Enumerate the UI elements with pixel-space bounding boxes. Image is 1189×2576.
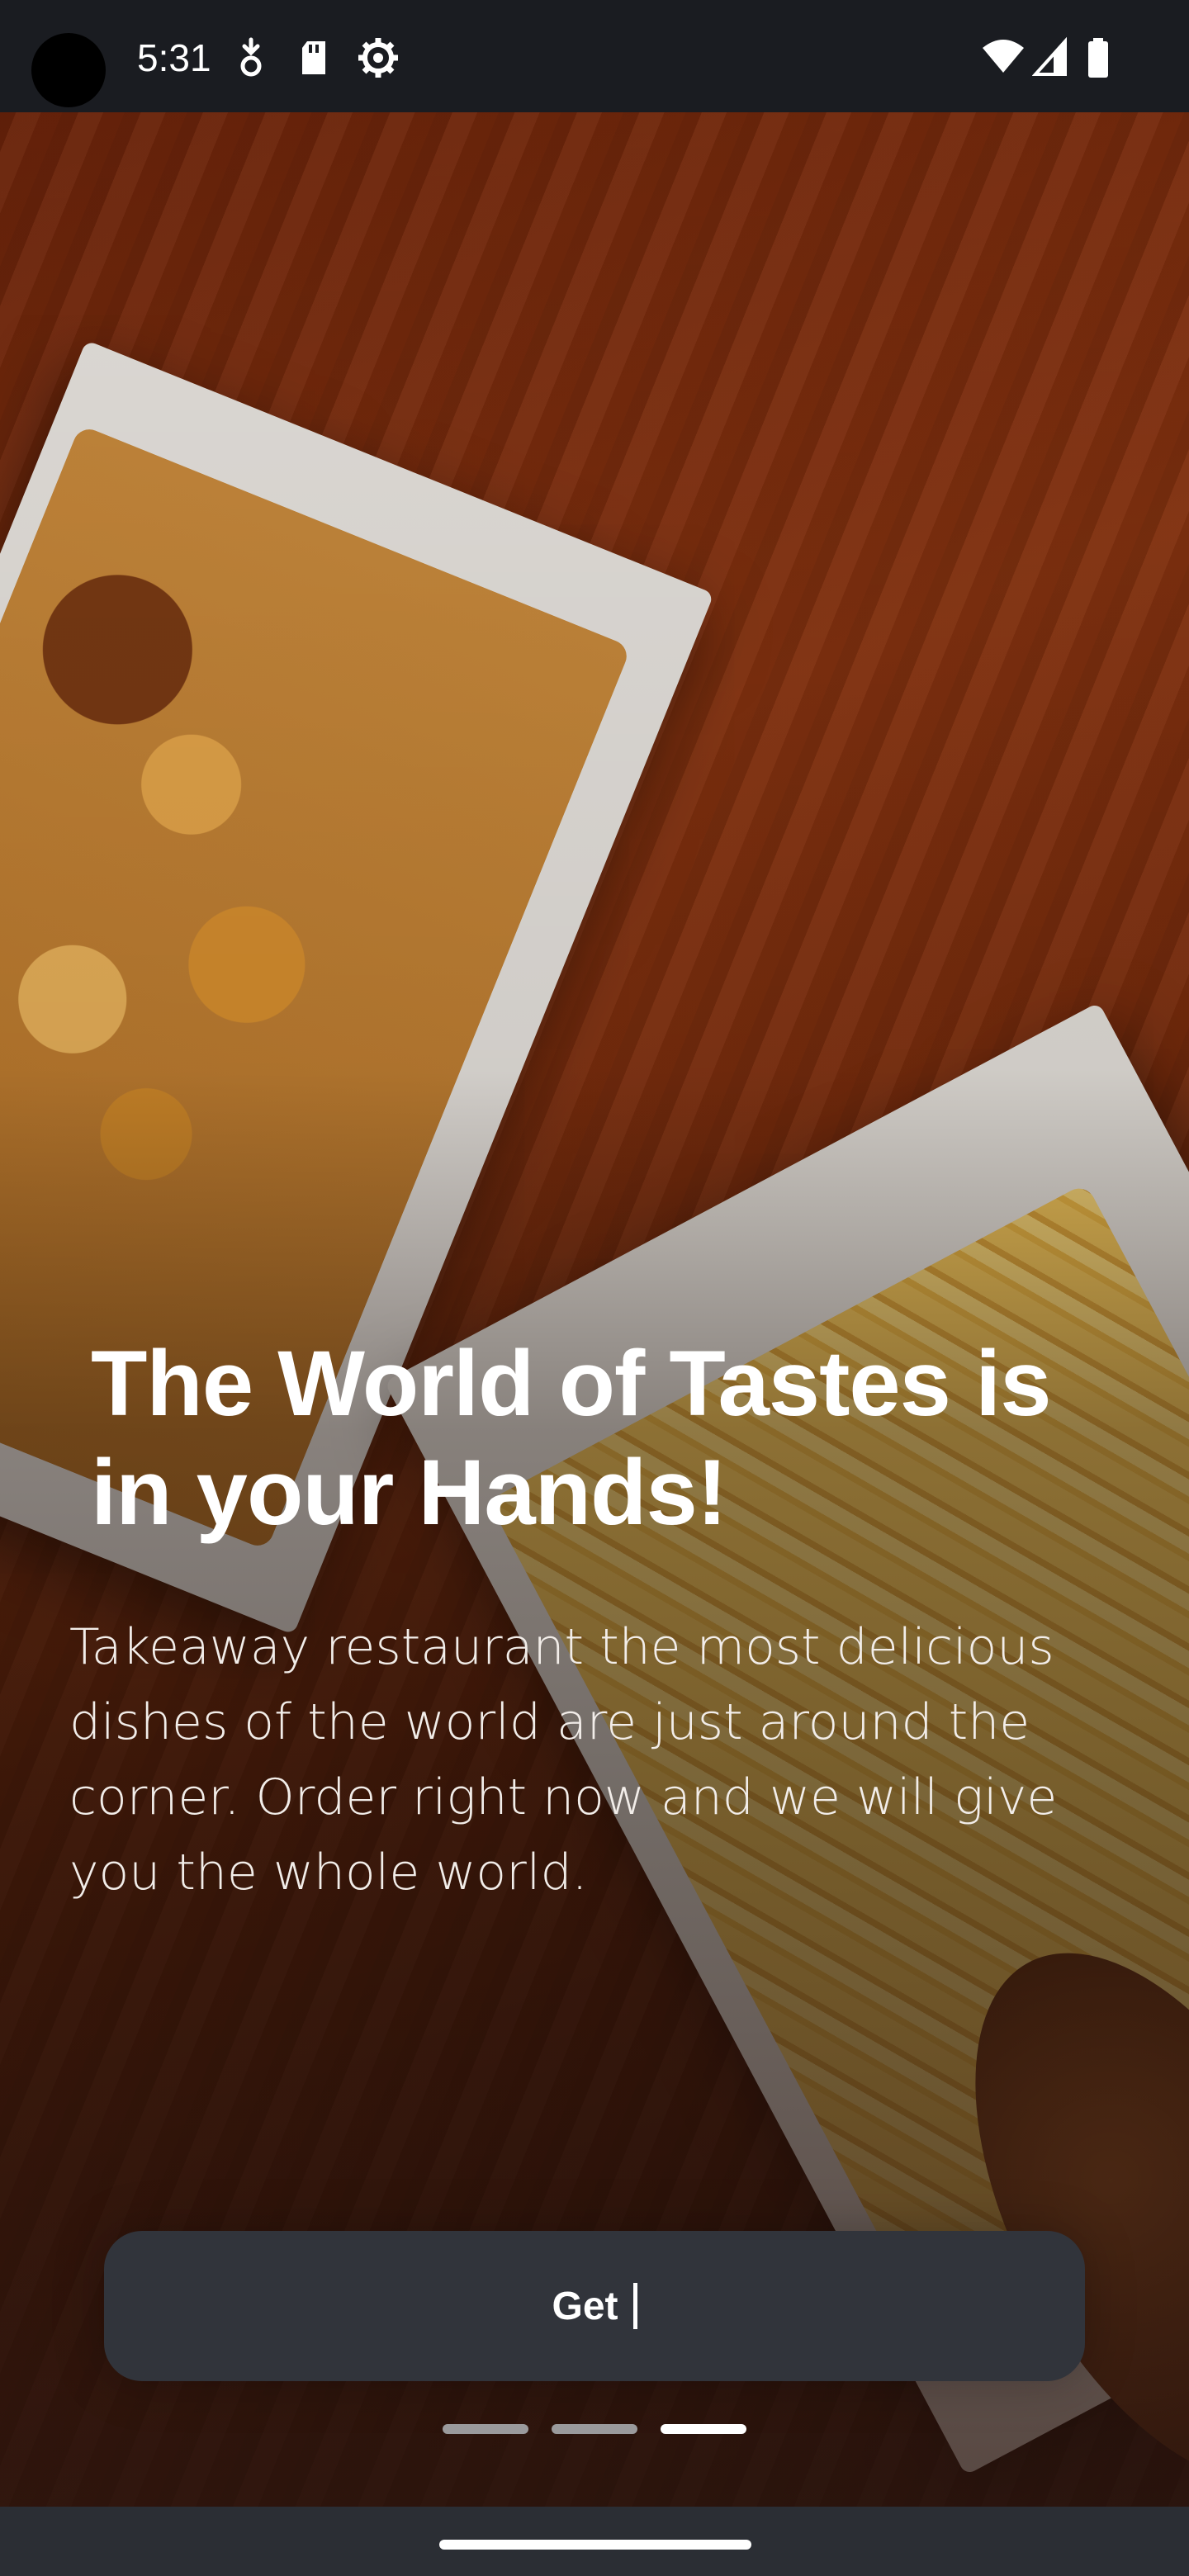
onboarding-description: Takeaway restaurant the most delicious d… <box>69 1618 1058 1901</box>
onboarding-screen: 5:31 The World of Tastes is in your Hand… <box>0 0 1189 2576</box>
data-saver-icon <box>240 37 262 77</box>
battery-icon <box>1088 38 1108 78</box>
front-camera-cutout <box>31 33 106 107</box>
text-cursor <box>632 2283 637 2329</box>
get-started-button[interactable]: Get <box>104 2231 1085 2381</box>
status-time: 5:31 <box>137 36 211 79</box>
sd-card-icon <box>302 41 325 74</box>
status-bar: 5:31 <box>0 0 1189 112</box>
get-button-label: Get <box>552 2284 618 2328</box>
image-dark-overlay <box>0 112 1189 2507</box>
system-navigation-bar <box>0 2507 1189 2576</box>
onboarding-headline: The World of Tastes is in your Hands! <box>91 1332 1051 1544</box>
hero-food-image <box>0 112 1189 2507</box>
home-indicator[interactable] <box>439 2540 751 2550</box>
page-dot-1[interactable] <box>443 2424 528 2434</box>
cell-signal-icon <box>1032 36 1067 76</box>
page-dot-2[interactable] <box>552 2424 637 2434</box>
wifi-icon <box>983 40 1024 73</box>
settings-gear-icon <box>358 38 398 78</box>
page-dot-3-active[interactable] <box>661 2424 746 2434</box>
page-indicator <box>0 2424 1189 2436</box>
